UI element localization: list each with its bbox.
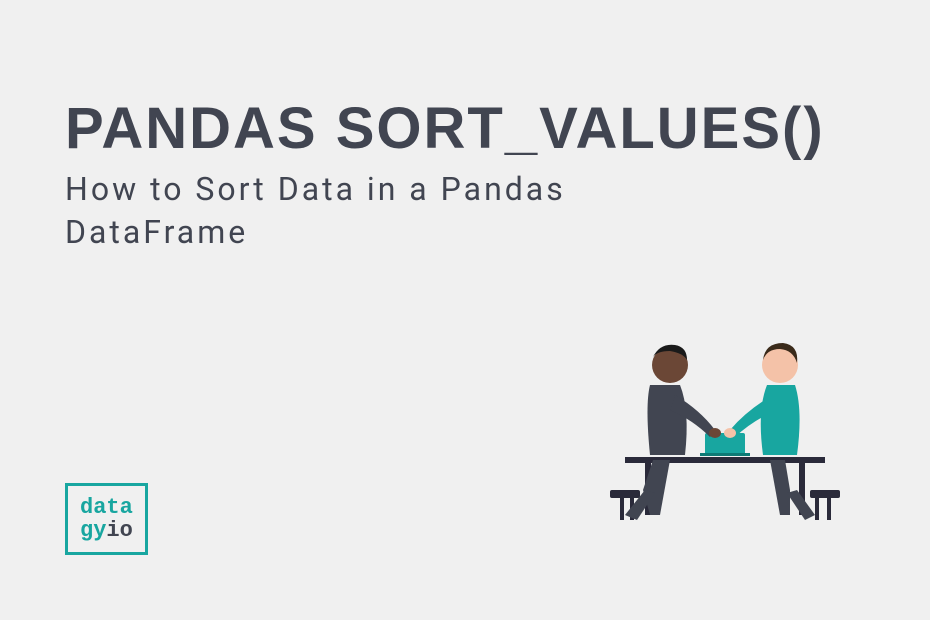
logo-line1: data bbox=[80, 496, 133, 519]
people-meeting-illustration bbox=[575, 315, 875, 565]
page-title: PANDAS SORT_VALUES() bbox=[65, 95, 825, 162]
page-subtitle: How to Sort Data in a Pandas DataFrame bbox=[65, 168, 615, 254]
logo-line2: gyio bbox=[80, 519, 133, 542]
datagy-logo: data gyio bbox=[65, 483, 148, 555]
